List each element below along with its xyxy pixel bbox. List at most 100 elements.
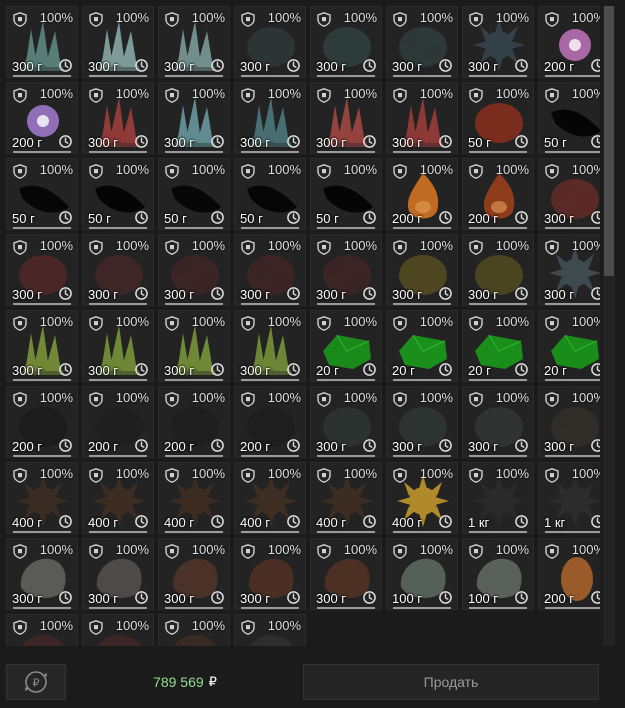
inventory-slot[interactable]: 100% 300 г [386, 82, 458, 154]
inventory-slot[interactable]: 100% 200 г [6, 386, 78, 458]
inventory-slot[interactable]: 100% 50 г [310, 158, 382, 230]
inventory-slot[interactable]: 100% 50 г [82, 158, 154, 230]
item-condition: 100% [191, 162, 225, 177]
shield-icon [165, 392, 179, 407]
item-condition: 100% [39, 618, 73, 633]
item-weight: 200 г [12, 439, 43, 454]
inventory-slot[interactable]: 100% 50 г [538, 82, 600, 154]
inventory-slot[interactable]: 100% [82, 614, 154, 646]
inventory-slot[interactable]: 100% 50 г [158, 158, 230, 230]
inventory-slot[interactable]: 100% 300 г [6, 310, 78, 382]
inventory-slot[interactable]: 100% 200 г [386, 158, 458, 230]
inventory-slot[interactable]: 100% 300 г [234, 538, 306, 610]
inventory-slot[interactable]: 100% 400 г [158, 462, 230, 534]
clock-icon [591, 439, 600, 452]
inventory-slot[interactable]: 100% 300 г [6, 6, 78, 78]
item-condition: 100% [343, 238, 377, 253]
item-condition: 100% [191, 86, 225, 101]
inventory-slot[interactable]: 100% 300 г [462, 386, 534, 458]
item-condition: 100% [419, 390, 453, 405]
inventory-slot[interactable]: 100% 300 г [158, 234, 230, 306]
item-weight: 400 г [316, 515, 347, 530]
inventory-slot[interactable]: 100% 300 г [82, 538, 154, 610]
inventory-slot[interactable]: 100% 300 г [386, 386, 458, 458]
inventory-slot[interactable]: 100% 50 г [462, 82, 534, 154]
inventory-slot[interactable]: 100% 400 г [310, 462, 382, 534]
inventory-slot[interactable]: 100% 300 г [82, 82, 154, 154]
inventory-slot[interactable]: 100% 100 г [386, 538, 458, 610]
inventory-slot[interactable]: 100% 20 г [310, 310, 382, 382]
sell-button[interactable]: Продать [303, 664, 599, 700]
inventory-slot[interactable]: 100% 20 г [538, 310, 600, 382]
inventory-slot[interactable]: 100% 300 г [158, 82, 230, 154]
inventory-slot[interactable]: 100% 300 г [234, 310, 306, 382]
item-condition: 100% [419, 542, 453, 557]
inventory-slot[interactable]: 100% 200 г [6, 82, 78, 154]
item-weight: 300 г [392, 135, 423, 150]
shield-icon [545, 164, 559, 179]
inventory-slot[interactable]: 100% 50 г [6, 158, 78, 230]
inventory-slot[interactable]: 100% 1 кг [538, 462, 600, 534]
inventory-slot[interactable]: 100% 300 г [310, 6, 382, 78]
inventory-slot[interactable]: 100% 300 г [310, 538, 382, 610]
inventory-slot[interactable]: 100% 200 г [158, 386, 230, 458]
inventory-slot[interactable]: 100% 400 г [234, 462, 306, 534]
shield-icon [241, 316, 255, 331]
inventory-slot[interactable]: 100% 300 г [82, 6, 154, 78]
shield-icon [393, 240, 407, 255]
inventory-slot[interactable]: 100% 300 г [462, 6, 534, 78]
inventory-slot[interactable]: 100% 200 г [234, 386, 306, 458]
inventory-slot[interactable]: 100% 20 г [462, 310, 534, 382]
inventory-slot[interactable]: 100% 200 г [538, 538, 600, 610]
item-weight: 300 г [468, 287, 499, 302]
inventory-slot[interactable]: 100% 300 г [538, 386, 600, 458]
inventory-slot[interactable]: 100% 200 г [538, 6, 600, 78]
inventory-slot[interactable]: 100% 300 г [310, 386, 382, 458]
inventory-slot[interactable]: 100% 300 г [310, 234, 382, 306]
inventory-slot[interactable]: 100% 300 г [158, 538, 230, 610]
inventory-slot[interactable]: 100% 300 г [158, 310, 230, 382]
inventory-slot[interactable]: 100% 300 г [234, 234, 306, 306]
inventory-slot[interactable]: 100% 400 г [82, 462, 154, 534]
inventory-slot[interactable]: 100% 1 кг [462, 462, 534, 534]
clock-icon [515, 439, 528, 452]
item-condition: 100% [343, 314, 377, 329]
inventory-slot[interactable]: 100% 100 г [462, 538, 534, 610]
inventory-slot[interactable]: 100% 300 г [386, 6, 458, 78]
inventory-slot[interactable]: 100% 300 г [310, 82, 382, 154]
clock-icon [135, 59, 148, 72]
inventory-slot[interactable]: 100% 300 г [462, 234, 534, 306]
shield-icon [317, 240, 331, 255]
scrollbar-thumb[interactable] [604, 6, 614, 276]
inventory-slot[interactable]: 100% 300 г [538, 234, 600, 306]
inventory-slot[interactable]: 100% 200 г [82, 386, 154, 458]
item-weight: 400 г [240, 515, 271, 530]
inventory-slot[interactable]: 100% 400 г [386, 462, 458, 534]
inventory-slot[interactable]: 100% 400 г [6, 462, 78, 534]
inventory-slot[interactable]: 100% 300 г [538, 158, 600, 230]
inventory-slot[interactable]: 100% 300 г [6, 234, 78, 306]
inventory-slot[interactable]: 100% 300 г [82, 310, 154, 382]
clock-icon [439, 287, 452, 300]
inventory-slot[interactable]: 100% 300 г [234, 82, 306, 154]
inventory-slot[interactable]: 100% 20 г [386, 310, 458, 382]
grid-scrollbar[interactable] [603, 6, 615, 646]
item-condition: 100% [343, 466, 377, 481]
inventory-slot[interactable]: 100% 300 г [234, 6, 306, 78]
inventory-slot[interactable]: 100% 300 г [386, 234, 458, 306]
inventory-slot[interactable]: 100% 300 г [82, 234, 154, 306]
inventory-slot[interactable]: 100% [234, 614, 306, 646]
item-weight: 400 г [12, 515, 43, 530]
inventory-slot[interactable]: 100% 300 г [6, 538, 78, 610]
inventory-slot[interactable]: 100% 300 г [158, 6, 230, 78]
inventory-slot[interactable]: 100% [6, 614, 78, 646]
item-condition: 100% [191, 466, 225, 481]
inventory-slot[interactable]: 100% [158, 614, 230, 646]
clock-icon [591, 135, 600, 148]
currency-exchange-button[interactable]: ₽ [6, 664, 66, 700]
clock-icon [287, 211, 300, 224]
item-weight: 300 г [164, 287, 195, 302]
inventory-slot[interactable]: 100% 50 г [234, 158, 306, 230]
shield-icon [241, 544, 255, 559]
inventory-slot[interactable]: 100% 200 г [462, 158, 534, 230]
